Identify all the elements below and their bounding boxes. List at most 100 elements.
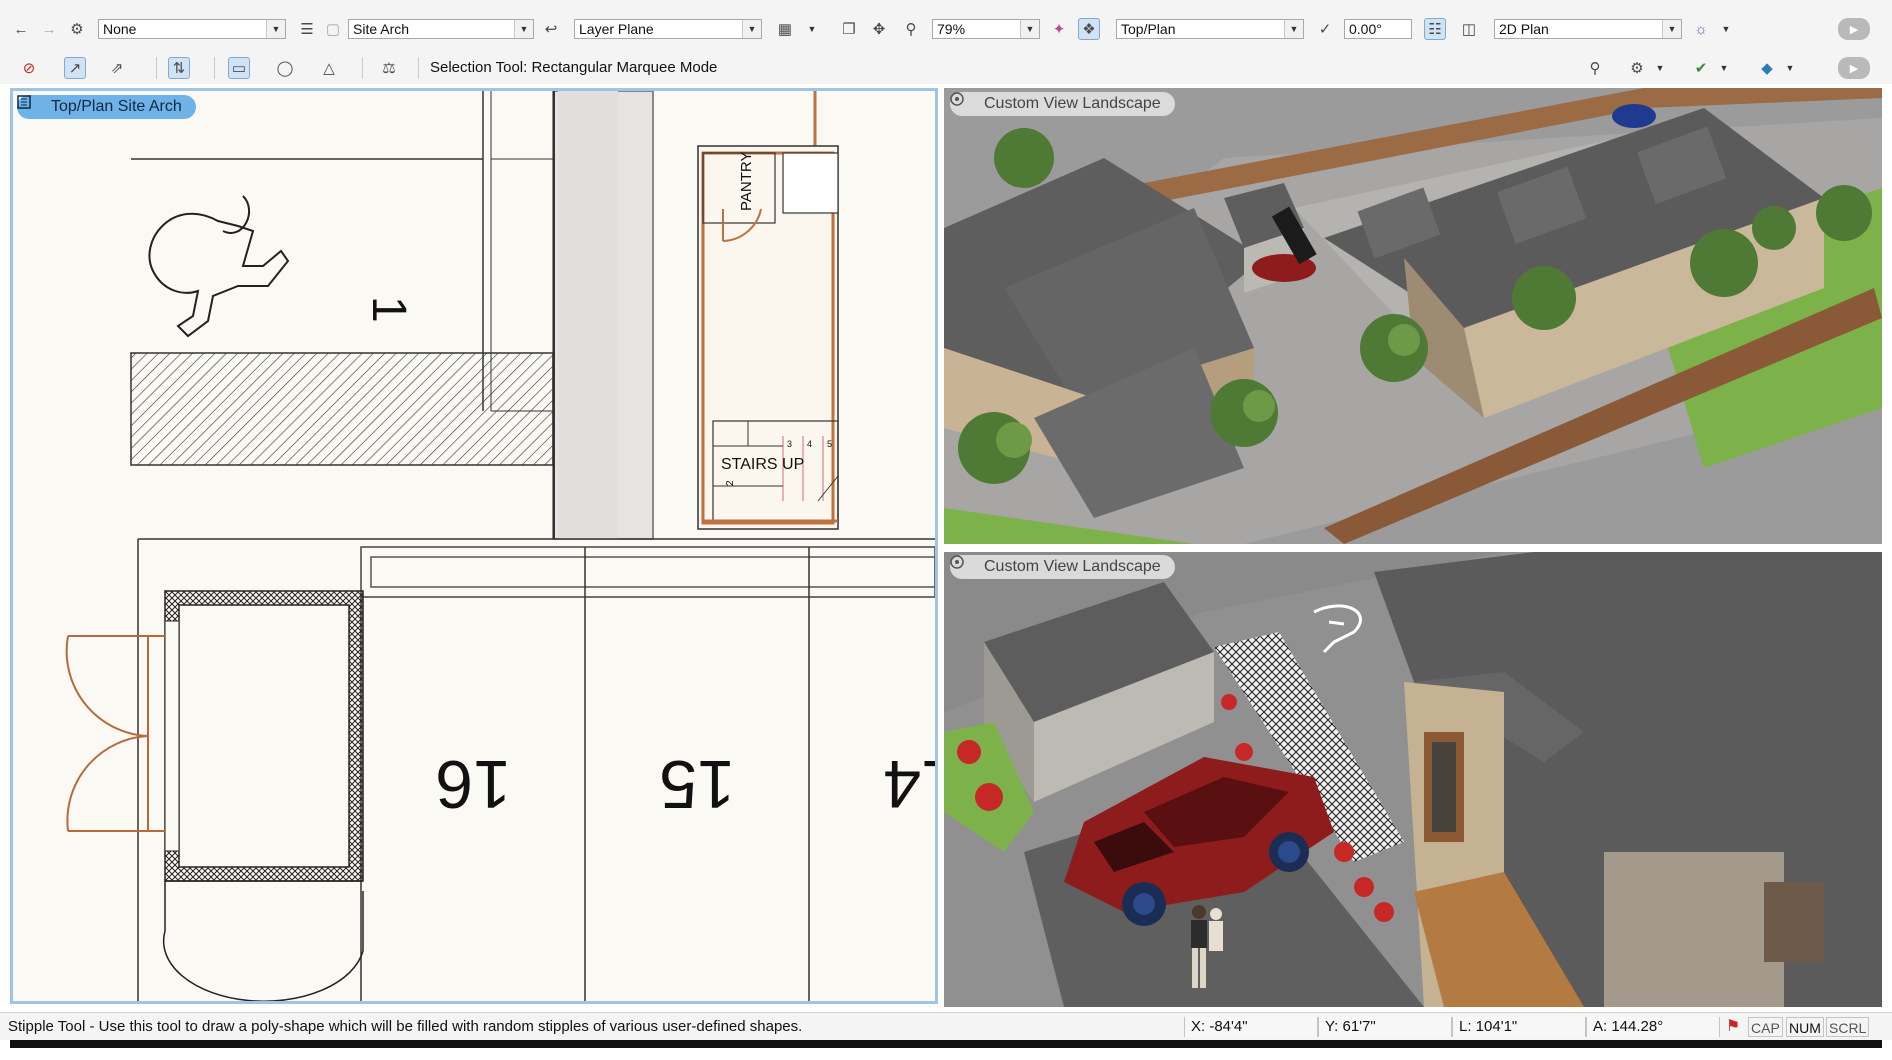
plane-value: Layer Plane — [579, 21, 654, 37]
space-number-15: 15 — [659, 746, 735, 822]
bottom-strip — [0, 1040, 1892, 1060]
page-icon[interactable]: ▦ — [774, 18, 796, 40]
chevron-down-icon[interactable]: ▼ — [1784, 58, 1796, 78]
magnifier-icon[interactable]: ⚲ — [900, 18, 922, 40]
perspective-viewport-bottom[interactable]: Custom View Landscape — [944, 552, 1882, 1007]
lasso-marquee-icon[interactable]: ◯ — [274, 57, 296, 79]
forward-arrow-icon[interactable]: → — [38, 18, 60, 40]
num-lock-indicator: NUM — [1786, 1017, 1824, 1037]
plan-view-tag[interactable]: Top/Plan Site Arch — [17, 95, 196, 119]
plane-icon[interactable]: ↩ — [540, 18, 562, 40]
layer-value: Site Arch — [353, 21, 410, 37]
perspective-viewport-top[interactable]: Custom View Landscape — [944, 88, 1882, 544]
class-dropdown[interactable]: None ▼ — [98, 19, 286, 39]
view-dropdown[interactable]: Top/Plan ▼ — [1116, 19, 1304, 39]
bottom-view-tag[interactable]: Custom View Landscape — [950, 555, 1175, 579]
class-value: None — [103, 21, 137, 37]
flyover-icon[interactable]: ✦ — [1048, 18, 1070, 40]
zoom-value: 79% — [937, 21, 966, 37]
chevron-down-icon: ▼ — [514, 20, 533, 38]
angle-field[interactable]: A: 144.28° — [1586, 1017, 1720, 1037]
back-arrow-icon[interactable]: ← — [10, 18, 32, 40]
layer-dropdown[interactable]: Site Arch ▼ — [348, 19, 534, 39]
layers-icon[interactable]: ☰ — [296, 18, 318, 40]
mode-text: Selection Tool: Rectangular Marquee Mode — [430, 59, 718, 76]
stairs-label: STAIRS UP — [721, 456, 804, 473]
site-rendering-closeup — [944, 552, 1882, 1007]
caps-lock-indicator: CAP — [1748, 1017, 1783, 1037]
plan-viewport[interactable]: PANTRY STAIRS UP 2 3 4 5 1 16 15 14 — [10, 88, 938, 1004]
layer-lock-icon[interactable]: ▢ — [322, 18, 344, 40]
collapse-toolbar-icon[interactable]: ▶ — [1838, 18, 1870, 40]
rotate-plan-icon[interactable]: ✓ — [1314, 18, 1336, 40]
separator — [418, 57, 419, 79]
hatched-walkway — [130, 352, 554, 466]
bell-icon[interactable]: ⚑ — [1724, 1017, 1742, 1037]
rotation-field[interactable]: 0.00° — [1344, 19, 1412, 39]
plan-view-tag-label: Top/Plan Site Arch — [51, 98, 182, 115]
space-number-1: 1 — [362, 296, 415, 323]
layer-options-icon[interactable]: ☷ — [1424, 18, 1446, 40]
chevron-down-icon[interactable]: ▼ — [806, 19, 818, 39]
render-mode-dropdown[interactable]: 2D Plan ▼ — [1494, 19, 1682, 39]
double-door — [65, 635, 165, 832]
x-coordinate-field[interactable]: X: -84'4" — [1184, 1017, 1318, 1037]
render-value: 2D Plan — [1499, 21, 1549, 37]
tool-preferences-icon[interactable]: ⚙ — [1626, 57, 1648, 79]
working-plane-icon[interactable]: ❖ — [1078, 18, 1100, 40]
stair-number: 4 — [807, 439, 812, 449]
selection-magnifier-icon[interactable]: ⚲ — [1584, 57, 1606, 79]
zoom-fit-icon[interactable]: ❐ — [838, 18, 860, 40]
chevron-down-icon: ▼ — [1284, 20, 1303, 38]
blue-car — [1612, 104, 1656, 128]
chevron-down-icon: ▼ — [742, 20, 761, 38]
stair-number: 5 — [827, 439, 832, 449]
pantry-label: PANTRY — [738, 152, 755, 211]
site-rendering-aerial — [944, 88, 1882, 544]
plan-view-icon — [17, 95, 31, 109]
globe-icon[interactable]: ◆ — [1756, 57, 1778, 79]
view-options-icon[interactable]: ◫ — [1458, 18, 1480, 40]
chevron-down-icon[interactable]: ▼ — [1718, 58, 1730, 78]
chevron-down-icon[interactable]: ▼ — [1720, 19, 1732, 39]
status-bar: Stipple Tool - Use this tool to draw a p… — [0, 1012, 1892, 1041]
trash-enclosure — [164, 590, 364, 882]
snap-off-icon[interactable]: ⊘ — [18, 57, 40, 79]
chevron-down-icon: ▼ — [266, 20, 285, 38]
polygon-marquee-icon[interactable]: △ — [318, 57, 340, 79]
rectangular-marquee-icon[interactable]: ▭ — [228, 57, 250, 79]
stair-number: 3 — [787, 439, 792, 449]
chevron-down-icon: ▼ — [1020, 20, 1039, 38]
top-view-tag-label: Custom View Landscape — [984, 95, 1161, 112]
top-view-tag[interactable]: Custom View Landscape — [950, 92, 1175, 116]
length-field[interactable]: L: 104'1" — [1452, 1017, 1586, 1037]
chevron-down-icon[interactable]: ▼ — [1654, 58, 1666, 78]
stair-number: 2 — [725, 480, 736, 486]
space-number-16: 16 — [435, 746, 511, 822]
separator — [156, 57, 157, 79]
space-number-14: 14 — [883, 746, 935, 822]
zoom-objects-icon[interactable]: ✥ — [868, 18, 890, 40]
taskbar-edge — [10, 1040, 1882, 1048]
collapse-modebar-icon[interactable]: ▶ — [1838, 57, 1870, 79]
multi-object-mode-icon[interactable]: ⇗ — [106, 57, 128, 79]
separator — [362, 57, 363, 79]
select-options-icon[interactable]: ⚖ — [378, 57, 400, 79]
separator — [214, 57, 215, 79]
rotation-value: 0.00° — [1349, 21, 1382, 37]
single-object-mode-icon[interactable]: ↗ — [64, 57, 86, 79]
render-options-icon[interactable]: ☼ — [1690, 18, 1712, 40]
mode-bar: ⊘ ↗ ⇗ ⇅ ▭ ◯ △ ⚖ Selection Tool: Rectangu… — [0, 52, 1892, 84]
transform-mode-icon[interactable]: ⇅ — [168, 57, 190, 79]
plan-drawing: PANTRY STAIRS UP 2 3 4 5 1 16 15 14 — [65, 91, 935, 1001]
y-coordinate-field[interactable]: Y: 61'7" — [1318, 1017, 1452, 1037]
bottom-view-tag-label: Custom View Landscape — [984, 558, 1161, 575]
main-toolbar: ← → ⚙ None ▼ ☰ ▢ Site Arch ▼ ↩ Layer Plane… — [0, 0, 1892, 59]
check-shield-icon[interactable]: ✔ — [1690, 57, 1712, 79]
plane-dropdown[interactable]: Layer Plane ▼ — [574, 19, 762, 39]
classes-icon[interactable]: ⚙ — [66, 18, 88, 40]
camera-icon — [950, 92, 964, 106]
scroll-lock-indicator: SCRL — [1826, 1017, 1870, 1037]
chevron-down-icon: ▼ — [1662, 20, 1681, 38]
zoom-dropdown[interactable]: 79% ▼ — [932, 19, 1040, 39]
